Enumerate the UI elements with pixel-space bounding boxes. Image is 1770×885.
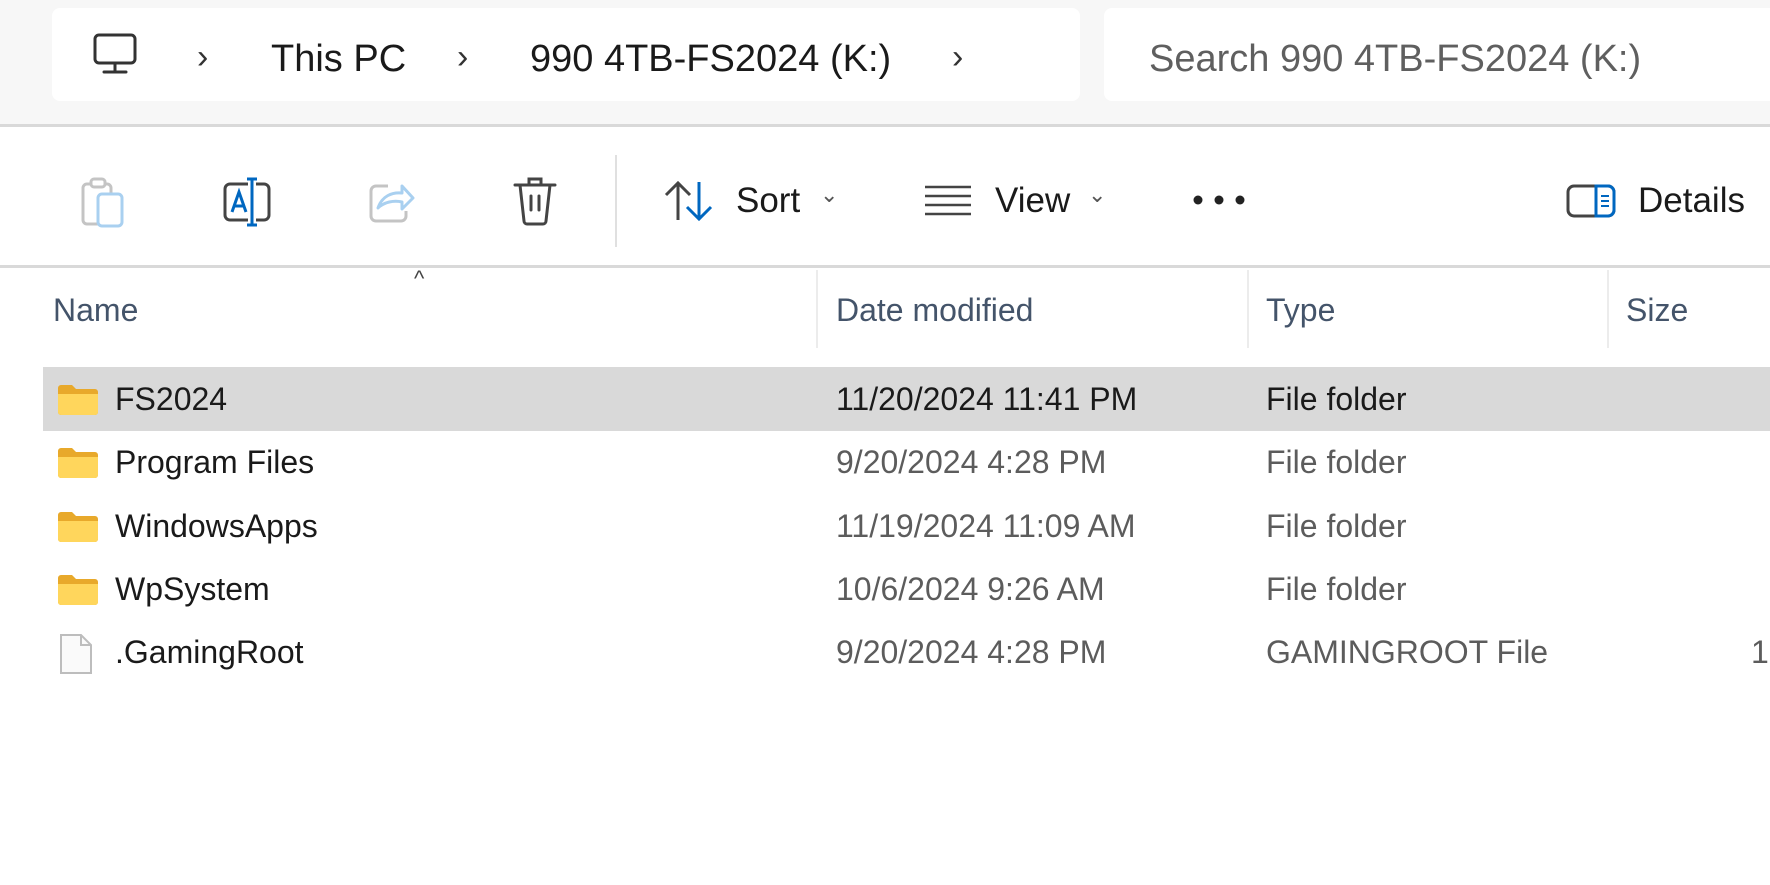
share-icon[interactable] bbox=[368, 178, 416, 224]
file-name: .GamingRoot bbox=[115, 634, 304, 671]
view-icon bbox=[925, 185, 971, 216]
column-header-name[interactable]: Name bbox=[53, 292, 138, 329]
sort-ascending-icon: ^ bbox=[414, 266, 425, 291]
search-input[interactable]: Search 990 4TB-FS2024 (K:) bbox=[1104, 8, 1770, 101]
breadcrumb-this-pc[interactable]: This PC bbox=[271, 38, 406, 81]
delete-icon[interactable] bbox=[512, 174, 558, 226]
file-row[interactable]: WpSystem 10/6/2024 9:26 AM File folder bbox=[43, 557, 1770, 621]
breadcrumb-drive[interactable]: 990 4TB-FS2024 (K:) bbox=[530, 38, 891, 81]
details-pane-button[interactable]: Details bbox=[1560, 170, 1770, 230]
chevron-right-icon[interactable]: › bbox=[952, 38, 963, 77]
folder-icon bbox=[58, 511, 98, 542]
column-header-date[interactable]: Date modified bbox=[836, 292, 1033, 329]
details-label: Details bbox=[1638, 181, 1745, 220]
file-type: File folder bbox=[1266, 381, 1407, 417]
toolbar-divider bbox=[615, 155, 617, 247]
file-row[interactable]: FS2024 11/20/2024 11:41 PM File folder bbox=[43, 367, 1770, 431]
folder-icon bbox=[58, 574, 98, 605]
column-header-size[interactable]: Size bbox=[1626, 292, 1688, 329]
file-name: Program Files bbox=[115, 444, 315, 481]
file-type: File folder bbox=[1266, 507, 1407, 544]
column-divider[interactable] bbox=[816, 270, 818, 348]
sort-icon bbox=[664, 180, 713, 222]
file-date: 10/6/2024 9:26 AM bbox=[836, 570, 1105, 607]
chevron-down-icon: ⌄ bbox=[820, 182, 839, 207]
more-options-icon[interactable] bbox=[1192, 194, 1246, 206]
file-size: 1 bbox=[1751, 634, 1769, 671]
chevron-right-icon[interactable]: › bbox=[457, 38, 468, 77]
file-type: GAMINGROOT File bbox=[1266, 634, 1549, 671]
chevron-right-icon[interactable]: › bbox=[197, 38, 208, 77]
file-row[interactable]: .GamingRoot 9/20/2024 4:28 PM GAMINGROOT F… bbox=[43, 620, 1770, 684]
file-row[interactable]: Program Files 9/20/2024 4:28 PM File folde… bbox=[43, 430, 1770, 494]
file-row[interactable]: WindowsApps 11/19/2024 11:09 AM File folde… bbox=[43, 494, 1770, 558]
chevron-down-icon: ⌄ bbox=[1088, 182, 1107, 207]
file-name: WindowsApps bbox=[115, 507, 318, 544]
rename-icon[interactable] bbox=[222, 176, 272, 228]
column-header-type[interactable]: Type bbox=[1266, 292, 1335, 329]
view-button[interactable]: View ⌄ bbox=[920, 170, 1120, 230]
file-date: 11/19/2024 11:09 AM bbox=[836, 507, 1136, 544]
file-name: WpSystem bbox=[115, 570, 270, 607]
command-bar: Sort ⌄ View ⌄ Details bbox=[0, 130, 1770, 268]
breadcrumb[interactable]: › This PC › 990 4TB-FS2024 (K:) › bbox=[52, 8, 1080, 101]
view-label: View bbox=[995, 181, 1071, 220]
folder-icon bbox=[58, 385, 98, 415]
column-divider[interactable] bbox=[1247, 270, 1249, 348]
file-name: FS2024 bbox=[115, 381, 228, 417]
column-divider[interactable] bbox=[1607, 270, 1609, 348]
file-type: File folder bbox=[1266, 444, 1407, 481]
file-date: 9/20/2024 4:28 PM bbox=[836, 634, 1107, 671]
paste-icon[interactable] bbox=[80, 176, 126, 228]
computer-icon[interactable] bbox=[92, 32, 138, 76]
file-date: 9/20/2024 4:28 PM bbox=[836, 444, 1107, 481]
sort-button[interactable]: Sort ⌄ bbox=[660, 170, 850, 230]
file-date: 11/20/2024 11:41 PM bbox=[836, 381, 1138, 417]
file-icon bbox=[60, 634, 92, 675]
folder-icon bbox=[58, 448, 98, 479]
details-pane-icon bbox=[1566, 184, 1616, 218]
search-placeholder: Search 990 4TB-FS2024 (K:) bbox=[1149, 38, 1642, 80]
sort-label: Sort bbox=[736, 181, 801, 220]
file-type: File folder bbox=[1266, 570, 1407, 607]
address-bar-area: › This PC › 990 4TB-FS2024 (K:) › Search… bbox=[0, 0, 1770, 127]
